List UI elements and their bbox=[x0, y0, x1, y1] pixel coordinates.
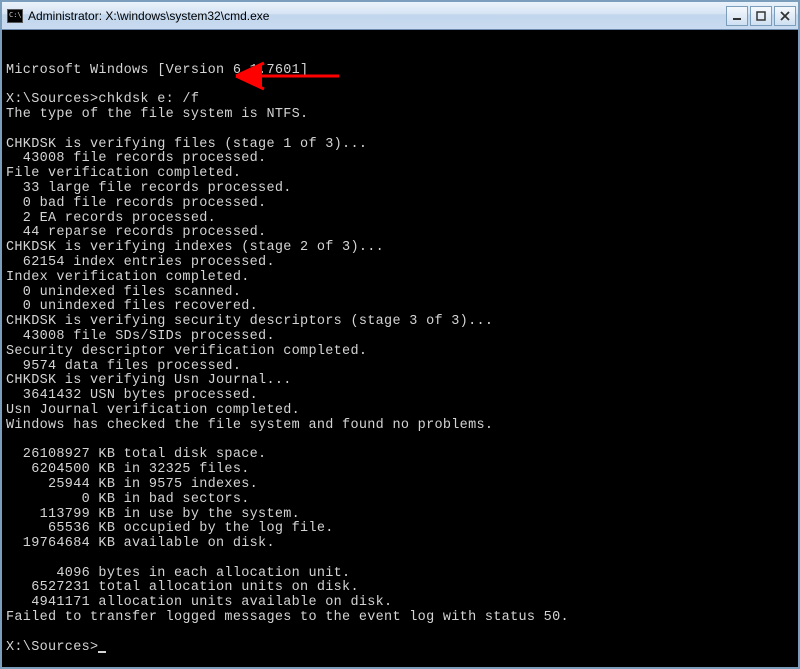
maximize-button[interactable] bbox=[750, 6, 772, 26]
cmd-window: Administrator: X:\windows\system32\cmd.e… bbox=[0, 0, 800, 669]
cmd-icon bbox=[6, 7, 24, 25]
close-button[interactable] bbox=[774, 6, 796, 26]
titlebar[interactable]: Administrator: X:\windows\system32\cmd.e… bbox=[2, 2, 798, 30]
cursor bbox=[98, 651, 106, 653]
window-controls bbox=[726, 6, 796, 26]
minimize-button[interactable] bbox=[726, 6, 748, 26]
console-output[interactable]: Microsoft Windows [Version 6.1.7601] X:\… bbox=[2, 30, 798, 667]
window-title: Administrator: X:\windows\system32\cmd.e… bbox=[28, 9, 726, 23]
